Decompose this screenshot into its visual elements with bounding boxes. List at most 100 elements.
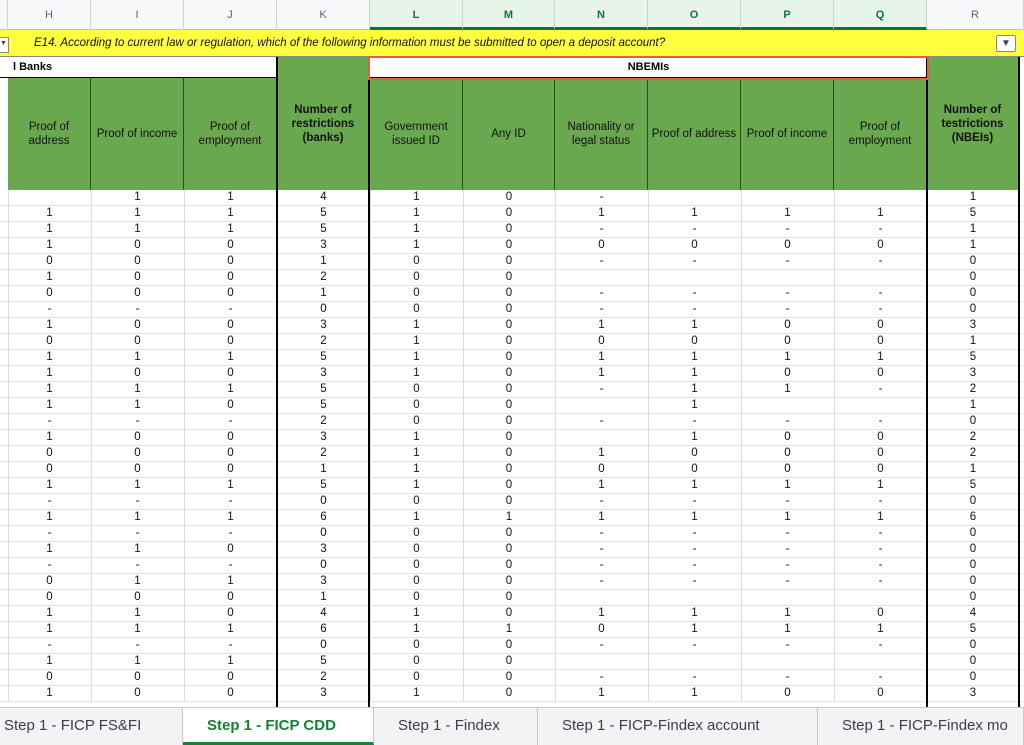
cell-i[interactable]: 0: [91, 670, 184, 685]
cell-r[interactable]: 0: [927, 574, 1019, 589]
cell-m[interactable]: 0: [463, 654, 555, 669]
cell-m[interactable]: 0: [463, 670, 555, 685]
cell-q[interactable]: -: [834, 254, 927, 269]
cell-m[interactable]: 0: [463, 526, 555, 541]
cell-i[interactable]: -: [91, 494, 184, 509]
cell-q[interactable]: -: [834, 574, 927, 589]
cell-p[interactable]: 1: [741, 622, 834, 637]
cell-l[interactable]: 1: [370, 190, 463, 205]
cell-m[interactable]: 0: [463, 590, 555, 605]
cell-h[interactable]: 0: [8, 670, 91, 685]
cell-k[interactable]: 5: [277, 382, 370, 397]
column-header-l[interactable]: L: [370, 0, 463, 30]
cell-j[interactable]: 0: [184, 590, 277, 605]
cell-m[interactable]: 0: [463, 478, 555, 493]
cell-q[interactable]: [834, 590, 927, 605]
cell-i[interactable]: -: [91, 414, 184, 429]
cell-l[interactable]: 1: [370, 510, 463, 525]
cell-k[interactable]: 4: [277, 190, 370, 205]
cell-l[interactable]: 0: [370, 670, 463, 685]
cell-h[interactable]: 0: [8, 590, 91, 605]
cell-l[interactable]: 1: [370, 478, 463, 493]
cell-l[interactable]: 0: [370, 414, 463, 429]
cell-n[interactable]: 1: [555, 350, 648, 365]
cell-n[interactable]: 1: [555, 606, 648, 621]
cell-l[interactable]: 0: [370, 542, 463, 557]
cell-r[interactable]: 1: [927, 398, 1019, 413]
cell-i[interactable]: 0: [91, 286, 184, 301]
cell-m[interactable]: 0: [463, 334, 555, 349]
cell-q[interactable]: -: [834, 542, 927, 557]
cell-j[interactable]: 0: [184, 462, 277, 477]
cell-q[interactable]: 1: [834, 350, 927, 365]
cell-r[interactable]: 0: [927, 590, 1019, 605]
cell-o[interactable]: -: [648, 574, 741, 589]
cell-o[interactable]: -: [648, 558, 741, 573]
sheet-tab-2[interactable]: Step 1 - Findex: [374, 708, 538, 745]
cell-m[interactable]: 0: [463, 686, 555, 701]
cell-o[interactable]: -: [648, 414, 741, 429]
cell-l[interactable]: 1: [370, 622, 463, 637]
sheet-tab-3[interactable]: Step 1 - FICP-Findex account: [538, 708, 818, 745]
cell-h[interactable]: 1: [8, 686, 91, 701]
cell-n[interactable]: 0: [555, 462, 648, 477]
cell-p[interactable]: [741, 590, 834, 605]
cell-n[interactable]: 1: [555, 366, 648, 381]
cell-o[interactable]: 1: [648, 350, 741, 365]
cell-n[interactable]: -: [555, 222, 648, 237]
cell-r[interactable]: 0: [927, 638, 1019, 653]
cell-q[interactable]: [834, 190, 927, 205]
cell-p[interactable]: -: [741, 494, 834, 509]
cell-k[interactable]: 0: [277, 558, 370, 573]
cell-j[interactable]: 1: [184, 350, 277, 365]
cell-r[interactable]: 0: [927, 302, 1019, 317]
cell-j[interactable]: -: [184, 494, 277, 509]
cell-p[interactable]: 1: [741, 382, 834, 397]
cell-h[interactable]: 1: [8, 398, 91, 413]
cell-k[interactable]: 6: [277, 510, 370, 525]
cell-i[interactable]: 1: [91, 510, 184, 525]
cell-k[interactable]: 0: [277, 494, 370, 509]
cell-l[interactable]: 1: [370, 222, 463, 237]
cell-h[interactable]: 1: [8, 430, 91, 445]
cell-l[interactable]: 0: [370, 590, 463, 605]
cell-q[interactable]: 1: [834, 478, 927, 493]
cell-r[interactable]: 5: [927, 622, 1019, 637]
cell-i[interactable]: 0: [91, 334, 184, 349]
cell-r[interactable]: 0: [927, 654, 1019, 669]
cell-i[interactable]: 1: [91, 606, 184, 621]
cell-p[interactable]: [741, 398, 834, 413]
cell-h[interactable]: 1: [8, 478, 91, 493]
cell-h[interactable]: 1: [8, 350, 91, 365]
cell-k[interactable]: 3: [277, 238, 370, 253]
cell-r[interactable]: 0: [927, 542, 1019, 557]
cell-q[interactable]: -: [834, 222, 927, 237]
cell-i[interactable]: 1: [91, 574, 184, 589]
column-header-p[interactable]: P: [741, 0, 834, 30]
cell-n[interactable]: -: [555, 382, 648, 397]
cell-p[interactable]: 0: [741, 430, 834, 445]
cell-n[interactable]: 0: [555, 622, 648, 637]
cell-m[interactable]: 0: [463, 638, 555, 653]
cell-r[interactable]: 3: [927, 686, 1019, 701]
cell-p[interactable]: 1: [741, 478, 834, 493]
cell-o[interactable]: 0: [648, 462, 741, 477]
cell-r[interactable]: 1: [927, 190, 1019, 205]
cell-l[interactable]: 1: [370, 446, 463, 461]
cell-p[interactable]: -: [741, 254, 834, 269]
cell-j[interactable]: 0: [184, 670, 277, 685]
cell-o[interactable]: 1: [648, 382, 741, 397]
cell-o[interactable]: 0: [648, 334, 741, 349]
cell-i[interactable]: 0: [91, 430, 184, 445]
sheet-tab-4[interactable]: Step 1 - FICP-Findex mo: [818, 708, 1024, 745]
cell-q[interactable]: -: [834, 414, 927, 429]
cell-p[interactable]: -: [741, 574, 834, 589]
cell-n[interactable]: -: [555, 526, 648, 541]
column-header-n[interactable]: N: [555, 0, 648, 30]
cell-k[interactable]: 6: [277, 622, 370, 637]
cell-k[interactable]: 2: [277, 670, 370, 685]
cell-k[interactable]: 1: [277, 590, 370, 605]
cell-h[interactable]: 1: [8, 542, 91, 557]
cell-o[interactable]: 1: [648, 206, 741, 221]
cell-q[interactable]: [834, 654, 927, 669]
